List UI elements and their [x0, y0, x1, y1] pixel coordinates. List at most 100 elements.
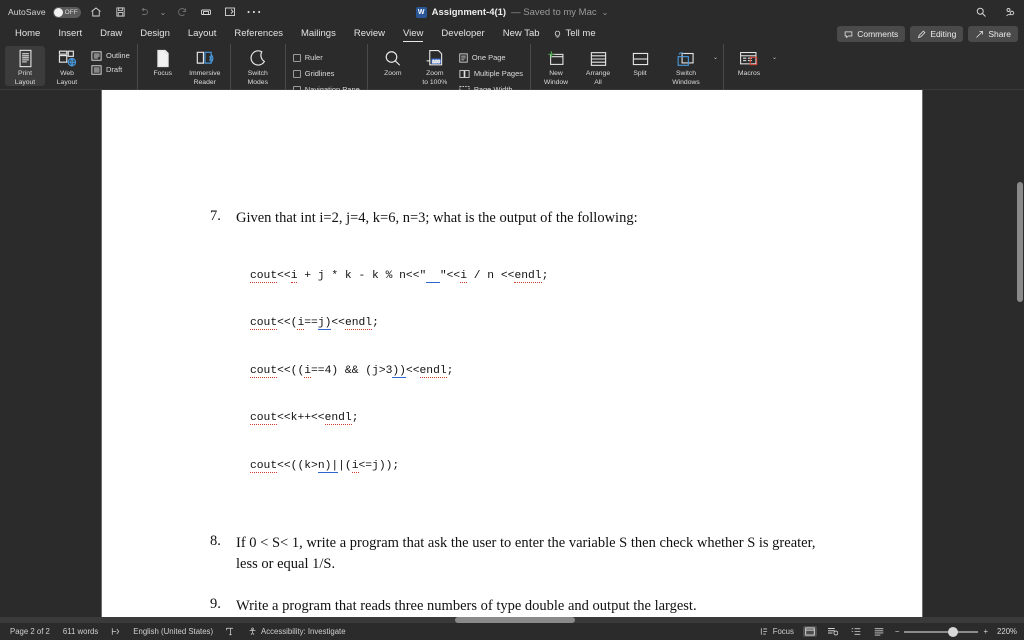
gridlines-checkbox-row[interactable]: Gridlines — [291, 67, 362, 80]
status-right-group: Focus − + 220% — [760, 626, 1017, 637]
track-changes-icon[interactable] — [111, 627, 120, 636]
multiple-pages-button[interactable]: Multiple Pages — [457, 67, 525, 80]
tab-layout[interactable]: Layout — [179, 24, 226, 44]
focus-button[interactable]: Focus — [143, 46, 183, 78]
page-indicator[interactable]: Page 2 of 2 — [10, 627, 50, 636]
status-bar: Page 2 of 2 611 words English (United St… — [0, 623, 1024, 640]
comments-button[interactable]: Comments — [837, 26, 906, 42]
print-layout-view-icon[interactable] — [802, 626, 817, 637]
arrange-all-button[interactable]: Arrange All — [578, 46, 618, 86]
ruler-checkbox-row[interactable]: Ruler — [291, 51, 362, 64]
multiple-pages-icon — [459, 69, 470, 79]
editing-button[interactable]: Editing — [910, 26, 964, 42]
draft-view-button[interactable]: Draft — [89, 63, 132, 76]
language-indicator[interactable]: English (United States) — [133, 627, 213, 636]
tab-references[interactable]: References — [225, 24, 292, 44]
focus-label: Focus — [153, 70, 173, 77]
tab-developer[interactable]: Developer — [432, 24, 493, 44]
tab-mailings[interactable]: Mailings — [292, 24, 345, 44]
word-count[interactable]: 611 words — [63, 627, 98, 636]
ribbon-group-views: Print Layout Web Layout Outline Draft — [0, 44, 137, 90]
zoom-out-button[interactable]: − — [895, 627, 900, 636]
new-window-icon — [546, 48, 566, 69]
document-title[interactable]: Assignment-4(1) — [432, 7, 506, 18]
tab-insert[interactable]: Insert — [49, 24, 91, 44]
zoom-in-button[interactable]: + — [983, 627, 988, 636]
ruler-checkbox[interactable] — [292, 53, 301, 62]
text-predictions-icon[interactable] — [226, 627, 235, 636]
code-line-5: cout<<((k>n)||(i<=j)); — [250, 459, 400, 473]
tab-design[interactable]: Design — [131, 24, 179, 44]
immersive-reader-button[interactable]: Immersive Reader — [185, 46, 225, 86]
tab-draw[interactable]: Draw — [91, 24, 131, 44]
question-7-text: Given that int i=2, j=4, k=6, n=3; what … — [236, 210, 638, 226]
outline-icon — [91, 50, 102, 61]
document-canvas[interactable]: 7. Given that int i=2, j=4, k=6, n=3; wh… — [0, 90, 1024, 618]
macros-button[interactable]: Macros — [729, 46, 769, 78]
accessibility-status[interactable]: Accessibility: Investigate — [248, 627, 346, 636]
switch-windows-button[interactable]: Switch Windows — [662, 46, 710, 86]
title-bar-right-icons — [972, 0, 1018, 24]
accessibility-label: Accessibility: Investigate — [261, 627, 346, 636]
save-icon[interactable] — [112, 4, 129, 21]
tab-new-tab[interactable]: New Tab — [494, 24, 549, 44]
ribbon-group-modes: Switch Modes — [229, 44, 285, 90]
new-comment-icon[interactable] — [221, 4, 238, 21]
autosave-toggle[interactable]: OFF — [52, 6, 81, 18]
tab-view[interactable]: View — [394, 24, 432, 44]
autosave-state-label: OFF — [64, 8, 78, 16]
code-line-1: cout<<i + j * k - k % n<<" "<<i / n <<en… — [250, 270, 549, 284]
more-options-icon[interactable]: ⋯ — [245, 4, 262, 21]
question-8-text: If 0 < S< 1, write a program that ask th… — [236, 535, 816, 572]
zoom-percentage[interactable]: 220% — [997, 627, 1017, 636]
multiple-pages-label: Multiple Pages — [473, 69, 524, 78]
web-layout-button[interactable]: Web Layout — [47, 46, 87, 86]
share-icon — [975, 30, 984, 39]
search-icon[interactable] — [972, 4, 989, 21]
share-button[interactable]: Share — [968, 26, 1018, 42]
focus-mode-button[interactable]: Focus — [760, 627, 794, 636]
undo-icon[interactable] — [136, 4, 153, 21]
status-left-group: Page 2 of 2 611 words English (United St… — [0, 627, 346, 636]
vertical-scrollbar[interactable] — [1017, 182, 1023, 302]
collaborate-icon[interactable] — [1001, 4, 1018, 21]
draft-view-icon[interactable] — [872, 626, 886, 637]
zoom-slider[interactable]: − + — [895, 626, 988, 637]
tab-home[interactable]: Home — [6, 24, 49, 44]
tab-review[interactable]: Review — [345, 24, 394, 44]
title-bar: AutoSave OFF ⌄ ⋯ W Assignment-4(1) — Sav… — [0, 0, 1024, 24]
zoom-100-button[interactable]: 100 Zoom to 100% — [415, 46, 455, 86]
question-9: 9. Write a program that reads three numb… — [210, 596, 862, 617]
split-button[interactable]: Split — [620, 46, 660, 78]
switch-windows-dropdown-caret[interactable]: ⌄ — [713, 54, 718, 61]
page-content: 7. Given that int i=2, j=4, k=6, n=3; wh… — [102, 90, 922, 618]
zoom-100-label-1: Zoom — [426, 70, 444, 77]
zoom-100-icon: 100 — [425, 48, 444, 69]
zoom-button[interactable]: Zoom — [373, 46, 413, 78]
document-page[interactable]: 7. Given that int i=2, j=4, k=6, n=3; wh… — [102, 90, 922, 618]
switch-modes-button[interactable]: Switch Modes — [236, 46, 280, 86]
ribbon-tab-bar: Home Insert Draw Design Layout Reference… — [0, 24, 1024, 44]
arrange-all-label-1: Arrange — [585, 70, 611, 77]
ribbon-group-macros: Macros ⌄ — [723, 44, 782, 90]
web-layout-view-icon[interactable] — [826, 626, 840, 637]
tell-me-button[interactable]: Tell me — [549, 24, 596, 44]
print-layout-button[interactable]: Print Layout — [5, 46, 45, 87]
undo-dropdown-caret[interactable]: ⌄ — [160, 8, 167, 17]
redo-icon[interactable] — [173, 4, 190, 21]
zoom-slider-knob[interactable] — [948, 626, 959, 637]
macros-dropdown-caret[interactable]: ⌄ — [772, 54, 777, 61]
chevron-down-icon[interactable]: ⌄ — [602, 8, 609, 17]
gridlines-checkbox[interactable] — [292, 69, 301, 78]
print-icon[interactable] — [197, 4, 214, 21]
home-icon[interactable] — [88, 4, 105, 21]
question-7-number: 7. — [210, 208, 221, 224]
arrange-all-label-2: All — [594, 78, 602, 86]
zoom-slider-track[interactable] — [904, 626, 979, 637]
outline-view-icon[interactable] — [849, 626, 863, 637]
outline-view-button[interactable]: Outline — [89, 49, 132, 62]
new-window-button[interactable]: New Window — [536, 46, 576, 86]
one-page-button[interactable]: One Page — [457, 51, 525, 64]
save-status-label: — Saved to my Mac — [511, 6, 597, 18]
outline-label: Outline — [106, 51, 130, 60]
